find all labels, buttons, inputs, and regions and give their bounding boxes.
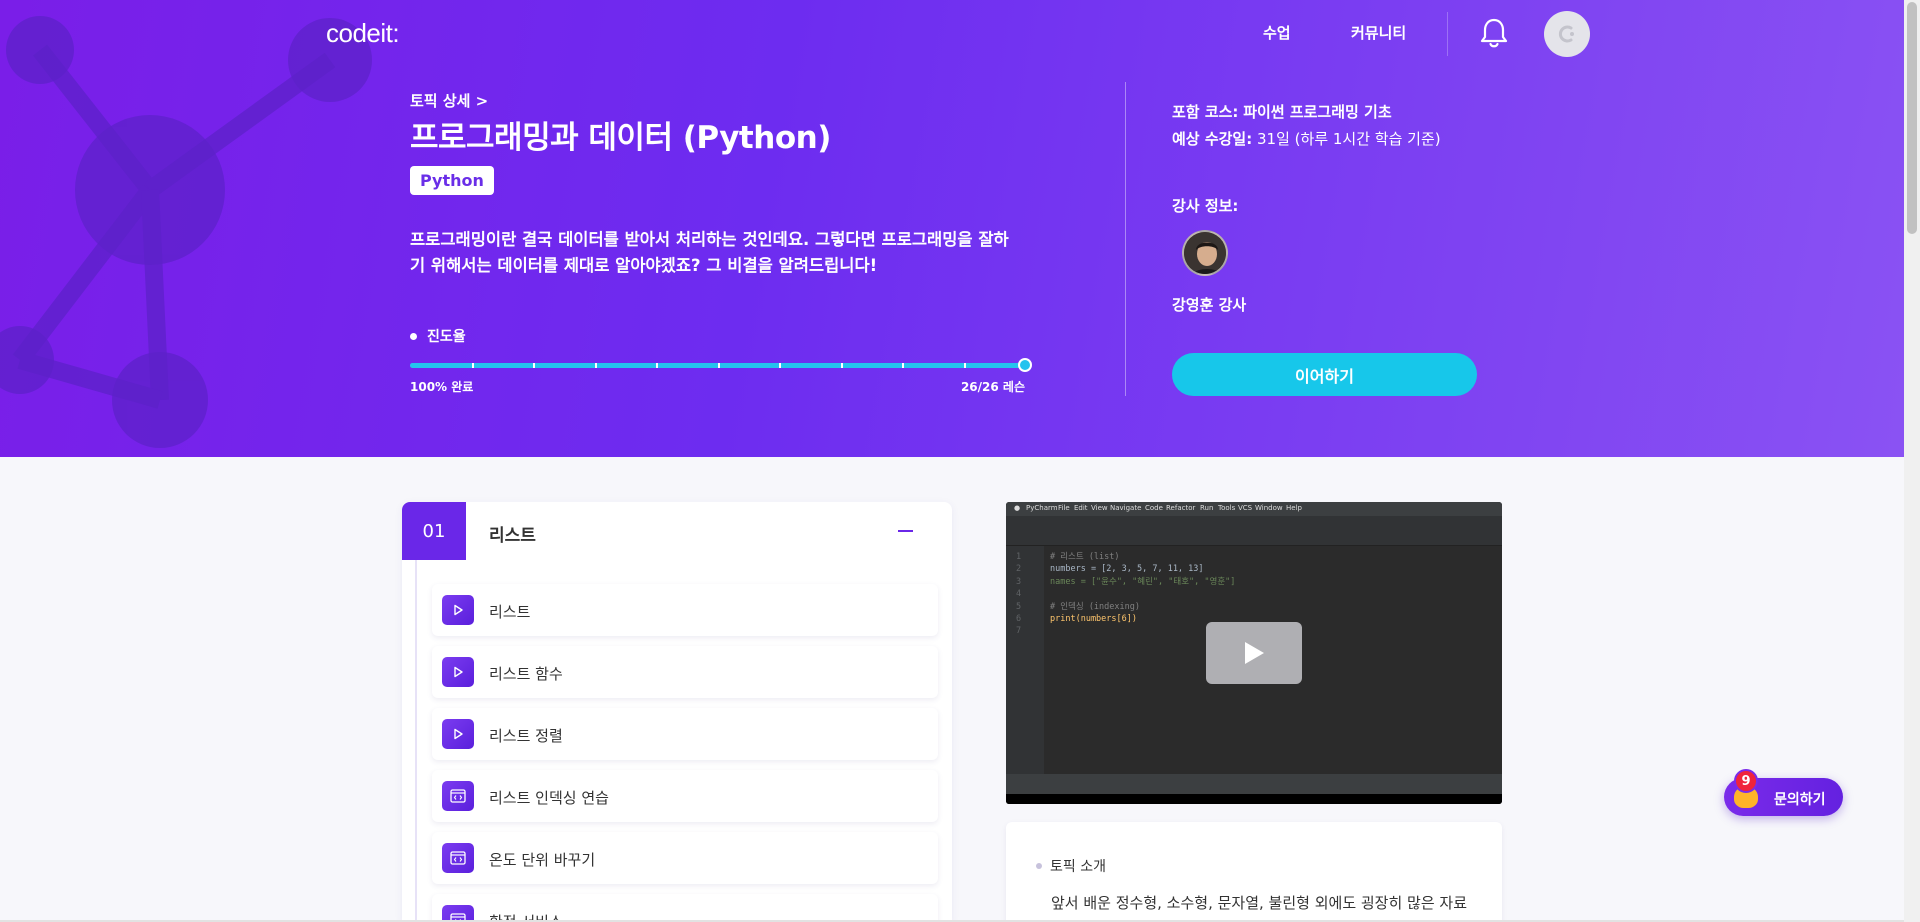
progress-tick: [717, 363, 720, 368]
lesson-item[interactable]: 리스트 함수: [432, 646, 938, 698]
ide-menu-item: Refactor: [1166, 504, 1196, 512]
instructor-photo: [1182, 230, 1228, 276]
user-avatar-icon: [1558, 25, 1574, 43]
topic-description: 프로그래밍이란 결국 데이터를 받아서 처리하는 것인데요. 그렇다면 프로그래…: [410, 230, 1009, 275]
page-title: 프로그래밍과 데이터 (Python): [410, 120, 831, 156]
inquiry-label: 문의하기: [1774, 792, 1826, 808]
topic-intro-card: 토픽 소개 앞서 배운 정수형, 소수형, 문자열, 불린형 외에도 굉장히 많…: [1006, 822, 1502, 922]
instructor-label: 강사 정보:: [1172, 197, 1239, 215]
estimated-duration: 예상 수강일: 31일 (하루 1시간 학습 기준): [1172, 128, 1441, 149]
lesson-item[interactable]: 온도 단위 바꾸기: [432, 832, 938, 884]
duration-label: 예상 수강일:: [1172, 130, 1253, 148]
progress-label-text: 진도율: [427, 329, 466, 345]
play-lesson-icon: [442, 595, 474, 625]
page-scrollbar[interactable]: [1904, 0, 1920, 922]
lesson-label: 온도 단위 바꾸기: [489, 851, 596, 869]
bullet-icon: [1036, 863, 1042, 869]
code-exercise-icon: [442, 781, 474, 811]
progress-tick: [533, 363, 535, 368]
ide-menu-item: File: [1058, 504, 1070, 512]
ide-menu-item: Navigate: [1110, 504, 1142, 512]
nav-divider: [1447, 12, 1448, 56]
ide-menubar: ● PyCharm File Edit View Navigate Code R…: [1006, 502, 1502, 516]
lesson-item[interactable]: 리스트 정렬: [432, 708, 938, 760]
topic-hero: codeit: 수업 커뮤니티 토픽 상세 > 프로그래밍과 데이터 (Pyth…: [0, 0, 1904, 457]
ide-menu-item: VCS: [1238, 504, 1253, 512]
code-line: numbers = [2, 3, 5, 7, 11, 13]: [1050, 564, 1204, 575]
progress-tick: [656, 363, 658, 368]
ide-menu-item: Run: [1200, 504, 1214, 512]
lesson-label: 리스트 정렬: [489, 727, 563, 745]
scrollbar-thumb[interactable]: [1907, 2, 1917, 234]
ide-menu-item: Window: [1255, 504, 1283, 512]
nav-classes-link[interactable]: 수업: [1263, 22, 1291, 43]
lesson-label: 리스트 함수: [489, 665, 563, 683]
chapter-rail: [415, 560, 417, 922]
bullet-icon: [410, 332, 417, 340]
instructor-portrait-icon: [1184, 232, 1226, 274]
video-play-button[interactable]: [1206, 622, 1302, 684]
apple-icon: ●: [1014, 504, 1021, 512]
bell-icon[interactable]: [1478, 16, 1510, 50]
breadcrumb[interactable]: 토픽 상세 >: [410, 90, 488, 111]
language-tag: Python: [410, 166, 494, 195]
nav-community-link[interactable]: 커뮤니티: [1351, 22, 1406, 43]
progress-percent: 100% 완료: [410, 380, 474, 394]
ide-toolbar: [1006, 516, 1502, 546]
hero-divider: [1125, 82, 1126, 396]
code-line: # 리스트 (list): [1050, 552, 1120, 562]
lesson-item[interactable]: 환전 서비스: [432, 894, 938, 922]
ide-menu-item: Edit: [1074, 504, 1088, 512]
molecule-decoration: [0, 16, 372, 448]
lesson-label: 리스트: [489, 603, 531, 621]
code-line: names = ["윤수", "혜린", "태호", "영훈"]: [1050, 576, 1236, 587]
progress-tick: [963, 363, 966, 368]
progress-tick: [902, 363, 904, 368]
code-line: # 인덱싱 (indexing): [1050, 601, 1140, 612]
progress-tick: [471, 363, 474, 368]
progress-tick: [779, 363, 781, 368]
continue-button[interactable]: 이어하기: [1172, 353, 1477, 396]
play-icon: [1245, 642, 1264, 664]
play-lesson-icon: [442, 657, 474, 687]
chapter-number: 01: [402, 502, 466, 560]
included-course-value[interactable]: 파이썬 프로그래밍 기초: [1243, 103, 1391, 121]
codeit-logo[interactable]: codeit:: [326, 18, 400, 49]
lesson-video-player[interactable]: ● PyCharm File Edit View Navigate Code R…: [1006, 502, 1502, 804]
chapter-title[interactable]: 리스트: [489, 521, 536, 546]
instructor-name: 강영훈 강사: [1172, 296, 1247, 314]
ide-menu-item: Code: [1145, 504, 1163, 512]
progress-label: 진도율: [410, 326, 466, 346]
notification-badge: 9: [1734, 769, 1758, 793]
profile-avatar[interactable]: [1544, 11, 1590, 57]
code-line: print(numbers[6]): [1050, 614, 1137, 625]
topic-intro-label: 토픽 소개: [1036, 856, 1106, 876]
topic-intro-text: 앞서 배운 정수형, 소수형, 문자열, 불린형 외에도 굉장히 많은 자료: [1051, 894, 1468, 912]
collapse-icon[interactable]: [898, 530, 913, 532]
top-navigation: codeit: 수업 커뮤니티: [0, 0, 1904, 68]
lesson-item[interactable]: 리스트 인덱싱 연습: [432, 770, 938, 822]
code-editor: 1 # 리스트 (list) 2 numbers = [2, 3, 5, 7, 11…: [1016, 552, 1236, 637]
topic-intro-label-text: 토픽 소개: [1050, 859, 1106, 875]
progress-bar: [410, 358, 1032, 372]
ide-menu-item: Tools: [1218, 504, 1236, 512]
lesson-label: 리스트 인덱싱 연습: [489, 789, 609, 807]
included-course-label: 포함 코스:: [1172, 103, 1239, 121]
ide-menu-item: PyCharm: [1026, 504, 1058, 512]
lesson-count: 26/26 레슨: [960, 380, 1025, 394]
play-lesson-icon: [442, 719, 474, 749]
included-course: 포함 코스: 파이썬 프로그래밍 기초: [1172, 101, 1392, 122]
chapter-card: 01 리스트 리스트 리스트 함수 리스트 정렬 리스트 인덱싱 연습 온도 단…: [402, 502, 952, 922]
lesson-item[interactable]: 리스트: [432, 584, 938, 636]
code-exercise-icon: [442, 843, 474, 873]
progress-knob: [1018, 358, 1032, 372]
progress-tick: [594, 363, 597, 368]
ide-menu-item: View: [1091, 504, 1108, 512]
progress-tick: [840, 363, 843, 368]
ide-menu-item: Help: [1286, 504, 1302, 512]
duration-value: 31일 (하루 1시간 학습 기준): [1257, 130, 1441, 148]
inquiry-button[interactable]: 9 문의하기: [1724, 769, 1843, 816]
video-bottom-bar: [1006, 794, 1502, 804]
